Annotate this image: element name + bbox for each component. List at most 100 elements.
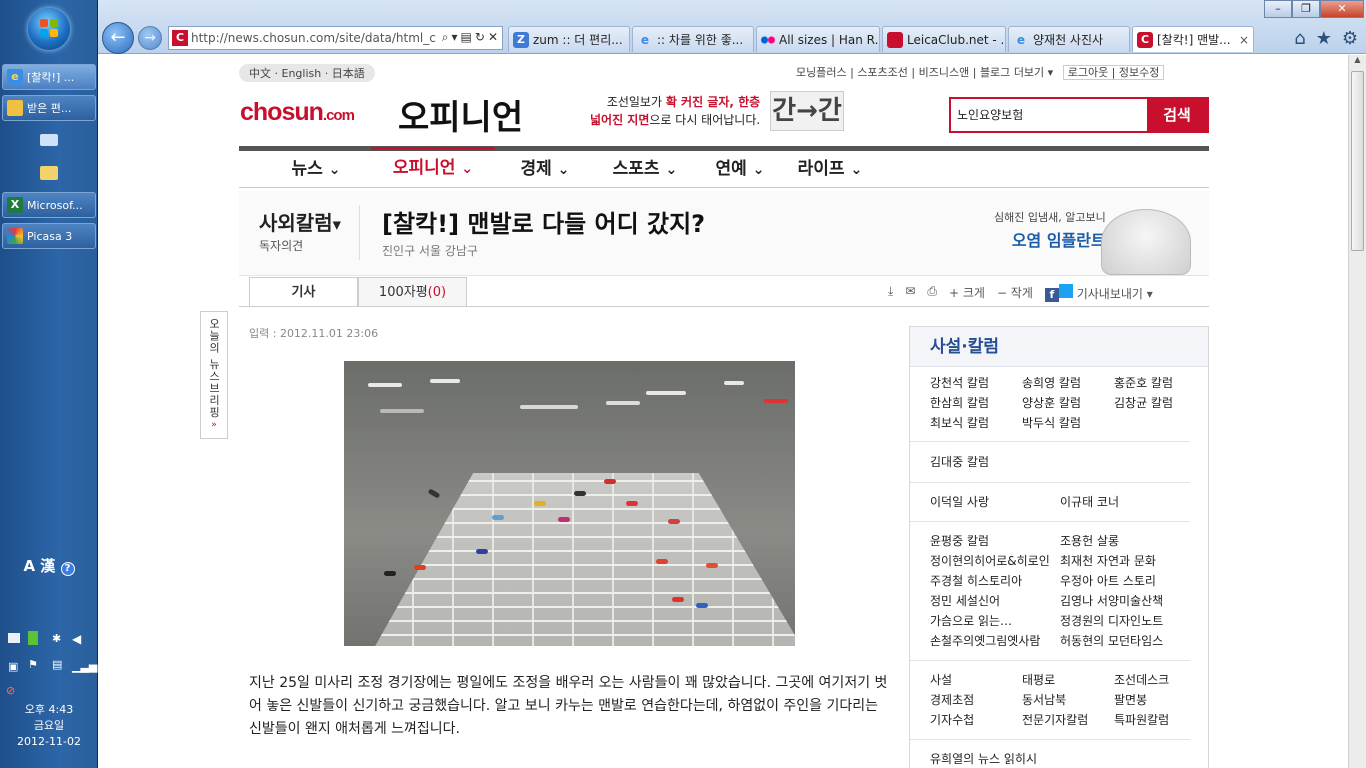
toplink[interactable]: 블로그 [980, 66, 1010, 79]
tray-app-icon[interactable] [28, 631, 38, 645]
sidebar-link[interactable]: 이덕일 사랑 [930, 492, 1060, 512]
sidebar-link[interactable]: 전문기자칼럼 [1022, 710, 1114, 730]
action-center-flag-icon[interactable]: ⚑ [28, 658, 38, 671]
taskbar-button-outlook[interactable]: 받은 편... [2, 95, 96, 121]
font-larger-button[interactable]: + 크게 [949, 284, 985, 302]
sidebar-link[interactable]: 양상훈 칼럼 [1022, 393, 1114, 413]
nav-item-life[interactable]: 라이프 ⌄ [785, 151, 875, 187]
sidebar-link[interactable]: 경제초점 [930, 690, 1022, 710]
minimize-button[interactable]: – [1264, 0, 1292, 18]
sidebar-link[interactable]: 김영나 서양미술산책 [1060, 591, 1190, 611]
stop-icon[interactable]: ✕ [488, 30, 498, 45]
browser-tab[interactable]: Z zum :: 더 편리... [508, 26, 630, 52]
ime-indicator[interactable]: A 漢 ? [0, 555, 98, 576]
taskbar-button-excel[interactable]: X Microsof... [2, 192, 96, 218]
start-button[interactable] [28, 8, 70, 50]
favorites-star-icon[interactable]: ★ [1316, 28, 1332, 49]
sidebar-link[interactable]: 조용헌 살롱 [1060, 531, 1190, 551]
browser-tab[interactable]: e :: 차를 위한 좋... [632, 26, 754, 52]
tab-close-icon[interactable]: × [1239, 33, 1249, 47]
nav-item-news[interactable]: 뉴스 ⌄ [261, 151, 371, 187]
print-icon[interactable]: ⎙ [927, 284, 937, 302]
promo-logo[interactable]: 간→간 [770, 91, 844, 131]
sidebar-title[interactable]: 사설·칼럼 [910, 327, 1208, 367]
search-icon[interactable]: ⌕ [442, 30, 449, 45]
close-window-button[interactable]: ✕ [1320, 0, 1364, 18]
toplink-more[interactable]: 더보기 ▾ [1014, 66, 1053, 79]
sidebar-link[interactable]: 손철주의옛그림옛사람 [930, 631, 1060, 651]
browser-tab[interactable]: LeicaClub.net - ... [882, 26, 1006, 52]
tab-comments[interactable]: 100자평(0) [358, 277, 467, 307]
sidebar-link[interactable]: 기자수첩 [930, 710, 1022, 730]
address-bar[interactable]: C http://news.chosun.com/site/data/html_… [168, 26, 503, 50]
help-icon[interactable]: ? [60, 562, 75, 576]
article-photo[interactable] [344, 361, 795, 646]
sidebar-link[interactable]: 정이현의히어로&히로인 [930, 551, 1060, 571]
maximize-button[interactable]: ❐ [1292, 0, 1320, 18]
network-icon[interactable]: ▣ [8, 660, 18, 673]
browser-tab-active[interactable]: C [찰칵!] 맨발... × [1132, 26, 1254, 52]
volume-icon[interactable]: ◀ [72, 632, 81, 646]
sidebar-link[interactable]: 송희영 칼럼 [1022, 373, 1114, 393]
news-briefing-tab[interactable]: 오늘의 뉴스브리핑 » [200, 311, 228, 439]
back-button[interactable]: ← [102, 22, 134, 54]
category-dropdown[interactable]: 사외칼럼▾ [259, 207, 341, 236]
dropdown-icon[interactable]: ▾ [452, 30, 458, 45]
language-links[interactable]: 中文 · English · 日本語 [239, 64, 375, 82]
taskbar-button-ie[interactable]: e [찰칵!] ... [2, 64, 96, 90]
sidebar-link[interactable]: 사설 [930, 670, 1022, 690]
font-smaller-button[interactable]: − 작게 [997, 284, 1033, 302]
sidebar-link[interactable]: 최보식 칼럼 [930, 413, 1022, 433]
sidebar-link[interactable]: 유희열의 뉴스 읽히시 [930, 749, 1170, 768]
nav-item-sports[interactable]: 스포츠 ⌄ [595, 151, 695, 187]
sidebar-link[interactable]: 강천석 칼럼 [930, 373, 1022, 393]
sidebar-link[interactable]: 박두식 칼럼 [1022, 413, 1114, 433]
home-icon[interactable]: ⌂ [1294, 28, 1305, 49]
toplink[interactable]: 모닝플러스 [796, 66, 847, 79]
download-icon[interactable]: ⤓ [888, 284, 893, 302]
settings-gear-icon[interactable]: ⚙ [1342, 28, 1358, 49]
tray-mail-icon[interactable] [8, 633, 20, 643]
promo-banner[interactable]: 조선일보가 확 커진 글자, 한층 넓어진 지면으로 다시 태어납니다. [590, 93, 760, 129]
sidebar-link[interactable]: 우정아 아트 스토리 [1060, 571, 1190, 591]
compat-icon[interactable]: ▤ [461, 30, 472, 45]
sidebar-link[interactable]: 주경철 히스토리아 [930, 571, 1060, 591]
scrollbar-thumb[interactable] [1351, 71, 1364, 251]
ad-tooth-image[interactable] [1101, 209, 1191, 275]
category-sub[interactable]: 독자의견 [259, 237, 303, 254]
sidebar-link[interactable]: 조선데스크 [1114, 670, 1206, 690]
search-button[interactable]: 검색 [1147, 99, 1207, 131]
profile-edit-link[interactable]: 정보수정 [1119, 66, 1159, 79]
folder-icon[interactable] [40, 166, 58, 180]
sidebar-link[interactable]: 정경원의 디자인노트 [1060, 611, 1190, 631]
sidebar-link[interactable]: 팔면봉 [1114, 690, 1206, 710]
forward-button[interactable]: → [138, 26, 162, 50]
toplink[interactable]: 비즈니스앤 [919, 66, 970, 79]
bluetooth-icon[interactable]: ✱ [52, 632, 61, 645]
muted-icon[interactable]: ⊘ [6, 684, 15, 697]
scroll-up-icon[interactable]: ▲ [1349, 55, 1366, 64]
sidebar-link[interactable]: 김창균 칼럼 [1114, 393, 1206, 413]
sidebar-link[interactable]: 김대중 칼럼 [930, 452, 1170, 472]
email-icon[interactable]: ✉ [905, 284, 915, 302]
section-title[interactable]: 오피니언 [398, 90, 523, 139]
logout-button[interactable]: 로그아웃 | 정보수정 [1062, 65, 1165, 80]
sidebar-link[interactable]: 윤평중 칼럼 [930, 531, 1060, 551]
sidebar-link[interactable]: 한삼희 칼럼 [930, 393, 1022, 413]
ad-banner[interactable]: 심해진 입냄새, 알고보니 오염 임플란트 [994, 209, 1106, 251]
browser-tab[interactable]: e 양재천 사진사 [1008, 26, 1130, 52]
sidebar-link[interactable]: 동서남북 [1022, 690, 1114, 710]
sidebar-link[interactable]: 가슴으로 읽는… [930, 611, 1060, 631]
sidebar-link[interactable]: 정민 세설신어 [930, 591, 1060, 611]
browser-tab[interactable]: All sizes | Han R... [756, 26, 880, 52]
sidebar-link[interactable]: 이규태 코너 [1060, 492, 1190, 512]
share-button[interactable]: f 기사내보내기 ▾ [1044, 284, 1153, 302]
site-logo[interactable]: chosun.com [240, 98, 355, 127]
vertical-scrollbar[interactable]: ▲ [1348, 55, 1366, 768]
sidebar-link[interactable]: 최재천 자연과 문화 [1060, 551, 1190, 571]
nav-item-economy[interactable]: 경제 ⌄ [495, 151, 595, 187]
taskbar-button-picasa[interactable]: Picasa 3 [2, 223, 96, 249]
nav-item-opinion[interactable]: 오피니언 ⌄ [371, 147, 495, 187]
sidebar-link[interactable]: 허동현의 모던타임스 [1060, 631, 1190, 651]
keyboard-icon[interactable] [40, 134, 58, 146]
